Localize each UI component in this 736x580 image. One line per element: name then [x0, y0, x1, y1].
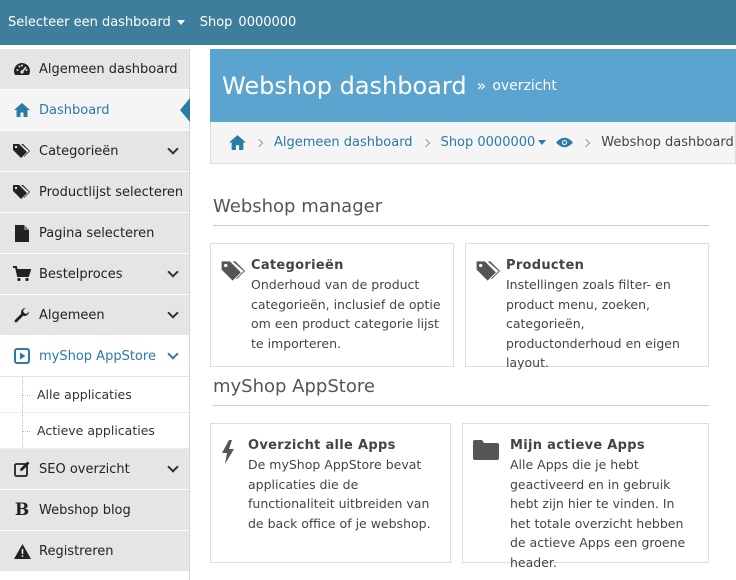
chevron-right-icon [421, 138, 430, 147]
card-description: Alle Apps die je hebt geactiveerd en in … [510, 457, 686, 570]
dashboard-select-label: Selecteer een dashboard [8, 15, 171, 30]
sidebar-item-label: Algemeen dashboard [39, 61, 178, 77]
breadcrumb: Algemeen dashboard Shop 0000000 Webshop … [210, 122, 736, 164]
sidebar-item-general-dashboard[interactable]: Algemeen dashboard [0, 49, 189, 90]
wrench-icon [13, 306, 31, 324]
sidebar-item-page-select[interactable]: Pagina selecteren [0, 213, 189, 254]
card-title: Mijn actieve Apps [510, 438, 645, 453]
card-description: De myShop AppStore bevat applicaties die… [248, 457, 431, 531]
shop-number: 0000000 [238, 15, 297, 30]
sidebar-item-blog[interactable]: B Webshop blog [0, 490, 189, 531]
sidebar-item-checkout[interactable]: Bestelproces [0, 254, 189, 295]
play-square-icon [13, 347, 31, 365]
sidebar-item-label: Productlijst selecteren [39, 184, 184, 200]
chevron-down-icon [167, 348, 179, 360]
sidebar-item-label: Algemeen [39, 307, 105, 323]
card-title: Producten [506, 258, 585, 273]
chevron-down-icon [167, 266, 179, 278]
sidebar: Algemeen dashboard Dashboard Categorieën… [0, 49, 190, 580]
sidebar-item-categories[interactable]: Categorieën [0, 131, 189, 172]
active-pointer [180, 98, 190, 122]
chevron-right-icon [254, 138, 264, 147]
sidebar-item-label: Bestelproces [39, 266, 123, 282]
folder-icon [473, 438, 510, 552]
edit-icon [13, 460, 31, 478]
sidebar-item-productlist[interactable]: Productlijst selecteren [0, 172, 189, 213]
dashboard-icon [13, 60, 31, 78]
sidebar-item-register[interactable]: Registreren [0, 531, 189, 572]
home-icon [13, 101, 31, 119]
sidebar-item-label: Dashboard [39, 102, 110, 118]
bolt-icon [221, 438, 248, 552]
cart-icon [13, 265, 31, 283]
card-description: Onderhoud van de product categorieën, in… [251, 277, 441, 351]
tags-icon [13, 183, 31, 201]
eye-icon[interactable] [556, 135, 574, 150]
breadcrumb-shop-dropdown[interactable]: Shop 0000000 [441, 135, 547, 150]
dashboard-select[interactable]: Selecteer een dashboard [8, 15, 185, 30]
chevron-down-icon [167, 461, 179, 473]
chevron-down-icon [167, 307, 179, 319]
tags-icon [13, 142, 31, 160]
card-all-apps[interactable]: Overzicht alle Apps De myShop AppStore b… [210, 423, 451, 563]
top-bar: Selecteer een dashboard Shop 0000000 [0, 0, 736, 45]
card-title: Overzicht alle Apps [248, 438, 396, 453]
sidebar-item-label: Webshop blog [39, 502, 131, 518]
card-categories[interactable]: Categorieën Onderhoud van de product cat… [210, 243, 454, 367]
file-icon [13, 224, 31, 242]
caret-down-icon [176, 20, 185, 25]
warning-icon [13, 542, 31, 560]
page-title: Webshop dashboard [222, 71, 467, 100]
sidebar-item-dashboard[interactable]: Dashboard [0, 90, 190, 131]
chevron-down-icon [167, 143, 179, 155]
sidebar-item-label: Registreren [39, 543, 114, 559]
sidebar-item-label: Categorieën [39, 143, 119, 159]
page-subtitle: overzicht [492, 77, 557, 94]
sidebar-item-label: myShop AppStore [39, 348, 156, 364]
card-products[interactable]: Producten Instellingen zoals filter- en … [465, 243, 709, 370]
card-description: Instellingen zoals filter- en product me… [506, 277, 680, 370]
main-content: Webshop dashboard » overzicht Algemeen d… [210, 49, 736, 570]
card-title: Categorieën [251, 258, 344, 273]
sidebar-subitem-label: Alle applicaties [37, 387, 132, 402]
tags-icon [221, 258, 251, 356]
breadcrumb-shop-label: Shop 0000000 [440, 135, 536, 150]
page-header: Webshop dashboard » overzicht [210, 49, 736, 122]
caret-down-icon [538, 140, 547, 145]
shop-label: Shop [199, 15, 233, 30]
chevron-right-icon [582, 138, 591, 147]
sidebar-subitem-label: Actieve applicaties [37, 423, 155, 438]
sidebar-item-label: SEO overzicht [39, 461, 130, 477]
card-active-apps[interactable]: Mijn actieve Apps Alle Apps die je hebt … [462, 423, 709, 570]
sidebar-item-appstore[interactable]: myShop AppStore [0, 336, 189, 377]
title-separator: » [476, 76, 487, 95]
sidebar-subitem-all-apps[interactable]: Alle applicaties [0, 377, 189, 413]
sidebar-subitem-active-apps[interactable]: Actieve applicaties [0, 413, 189, 449]
bold-b-icon: B [14, 500, 30, 520]
section-title-appstore: myShop AppStore [213, 376, 709, 406]
section-title-webshop-manager: Webshop manager [213, 196, 709, 226]
breadcrumb-current: Webshop dashboard [601, 135, 734, 150]
sidebar-item-seo[interactable]: SEO overzicht [0, 449, 189, 490]
sidebar-item-general[interactable]: Algemeen [0, 295, 189, 336]
breadcrumb-general-dashboard[interactable]: Algemeen dashboard [274, 135, 413, 150]
shop-indicator[interactable]: Shop 0000000 [200, 15, 303, 30]
sidebar-item-label: Pagina selecteren [39, 225, 155, 241]
home-icon[interactable] [229, 135, 246, 150]
tags-icon [476, 258, 506, 356]
